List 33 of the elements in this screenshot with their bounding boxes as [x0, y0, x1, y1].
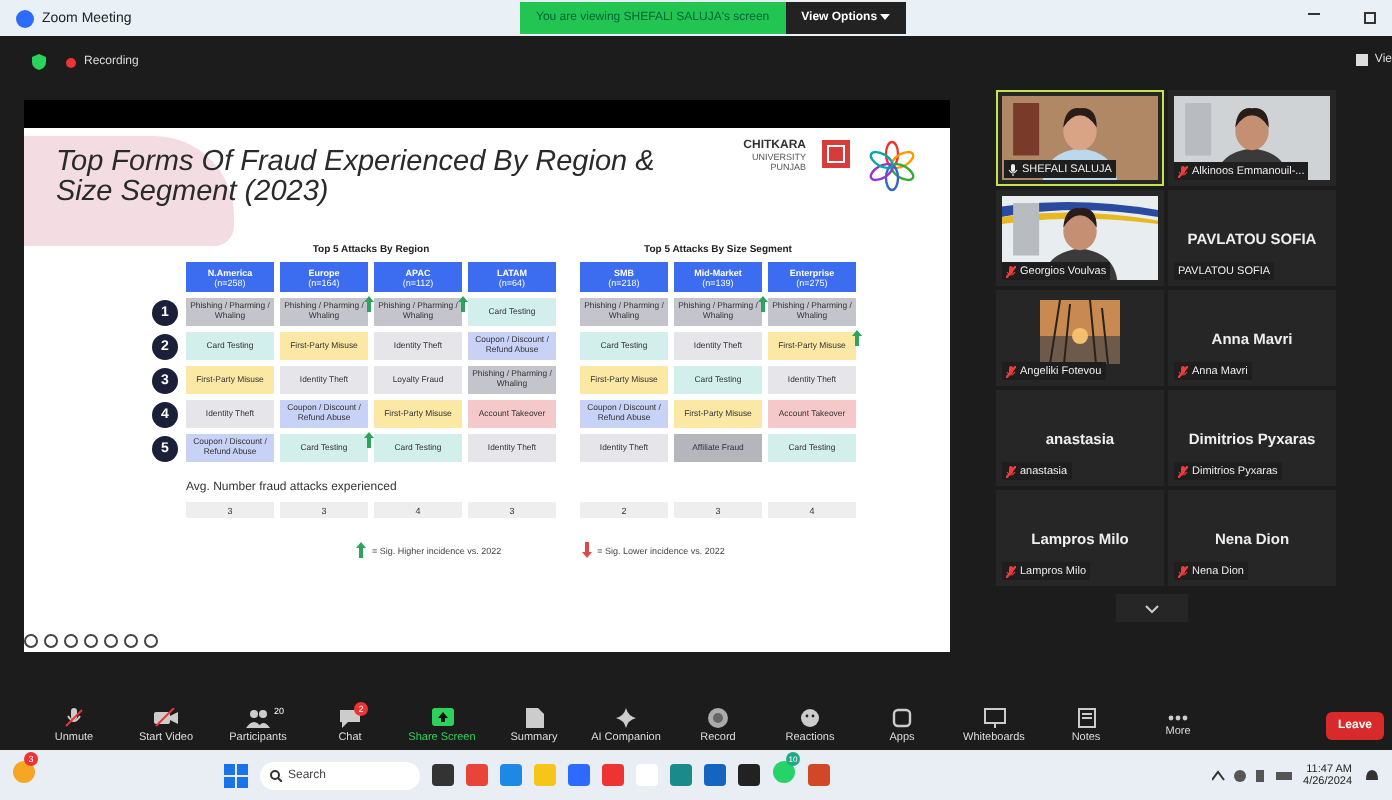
minimize-icon[interactable] [1308, 12, 1320, 16]
windows-start-icon[interactable] [224, 763, 248, 787]
flower-logo-icon [866, 140, 918, 192]
video-off-icon [154, 707, 178, 727]
share-screen-icon [431, 707, 453, 727]
more-icon [1168, 713, 1188, 721]
record-icon [708, 707, 728, 727]
search-icon [270, 769, 282, 781]
chat-icon [340, 707, 360, 727]
restore-icon[interactable] [1364, 12, 1376, 24]
sparkle-icon [616, 707, 636, 727]
view-icon[interactable] [1356, 54, 1369, 66]
smiley-icon [800, 707, 820, 727]
taskbar-app-icon[interactable] [432, 764, 454, 786]
slide-title: Top Forms Of Fraud Experienced By Region & Size Segment (2023) [56, 148, 657, 208]
recording-dot-icon [66, 57, 76, 67]
people-icon [246, 707, 270, 727]
bell-icon[interactable] [1364, 767, 1380, 783]
shield-icon [32, 54, 46, 70]
chevron-down-icon [1144, 603, 1160, 613]
muted-mic-icon [64, 707, 84, 727]
up-arrow-icon [356, 542, 366, 558]
down-arrow-icon [581, 542, 592, 558]
apps-icon [892, 707, 912, 727]
taskbar-app-icon[interactable] [704, 764, 726, 786]
zoom-logo-icon [16, 9, 34, 27]
taskbar-app-icon[interactable] [738, 764, 760, 786]
logo-icon [822, 140, 850, 168]
whiteboard-icon [983, 707, 1005, 727]
document-icon [525, 707, 543, 727]
caret-icon [880, 14, 891, 20]
notes-icon [1077, 707, 1095, 727]
system-tray-icon[interactable] [1211, 767, 1292, 783]
